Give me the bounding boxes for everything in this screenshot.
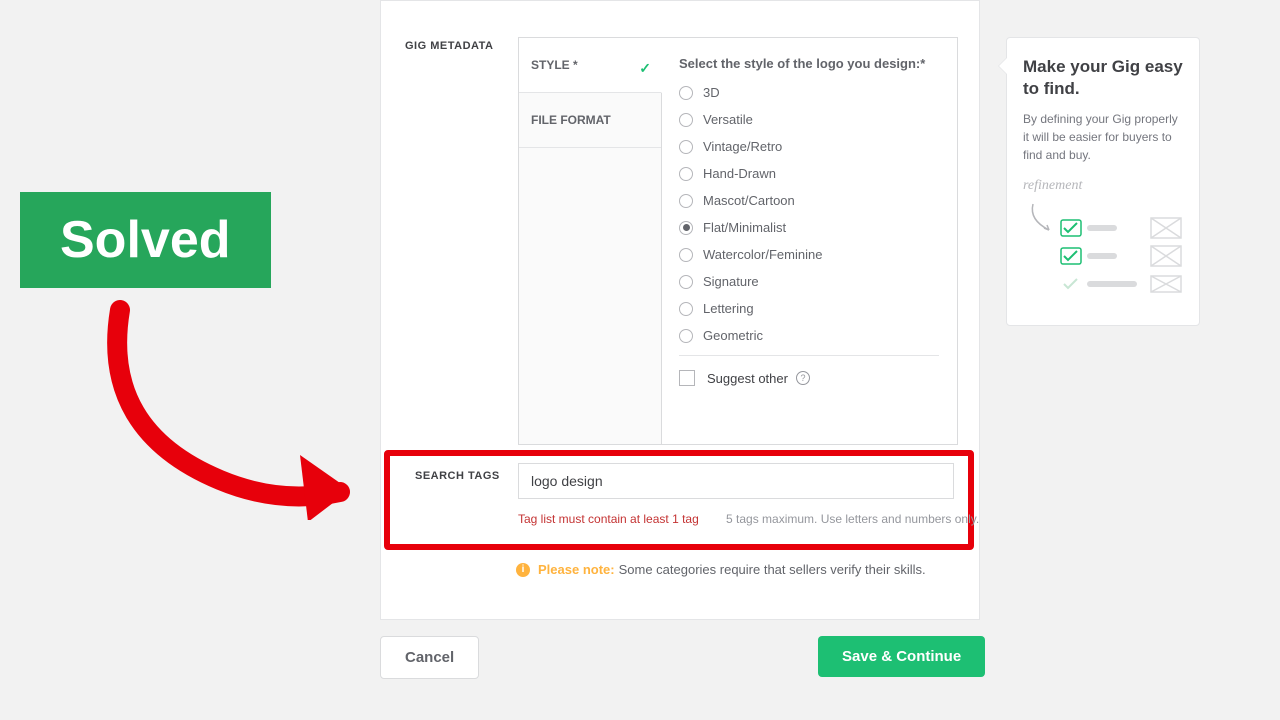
radio-icon[interactable] — [679, 167, 693, 181]
note-bold: Please note: — [538, 562, 615, 577]
style-label: Watercolor/Feminine — [703, 247, 822, 262]
check-icon: ✓ — [639, 60, 651, 77]
style-label: Mascot/Cartoon — [703, 193, 795, 208]
tab-file-format[interactable]: FILE FORMAT — [519, 93, 661, 148]
tip-illustration — [1023, 200, 1183, 300]
divider — [679, 355, 939, 356]
style-label: Versatile — [703, 112, 753, 127]
style-radio-versatile[interactable]: Versatile — [679, 112, 939, 127]
radio-icon[interactable] — [679, 221, 693, 235]
tags-error-text: Tag list must contain at least 1 tag — [518, 512, 699, 526]
suggest-other-label: Suggest other — [707, 371, 788, 386]
cancel-button[interactable]: Cancel — [380, 636, 479, 679]
style-label: Flat/Minimalist — [703, 220, 786, 235]
radio-icon[interactable] — [679, 113, 693, 127]
metadata-box: STYLE * ✓ FILE FORMAT Select the style o… — [518, 37, 958, 445]
radio-icon[interactable] — [679, 140, 693, 154]
radio-icon[interactable] — [679, 194, 693, 208]
search-tags-input[interactable] — [518, 463, 954, 499]
metadata-sidebar: STYLE * ✓ FILE FORMAT — [519, 38, 662, 444]
style-radio-vintage-retro[interactable]: Vintage/Retro — [679, 139, 939, 154]
note-text: Some categories require that sellers ver… — [619, 562, 926, 577]
style-radio-watercolor-feminine[interactable]: Watercolor/Feminine — [679, 247, 939, 262]
radio-icon[interactable] — [679, 302, 693, 316]
tab-style-label: STYLE * — [531, 58, 578, 72]
style-label: Hand-Drawn — [703, 166, 776, 181]
gig-metadata-label: GIG METADATA — [405, 40, 494, 52]
tip-handwriting: refinement — [1023, 178, 1183, 194]
style-radio-3d[interactable]: 3D — [679, 85, 939, 100]
style-heading: Select the style of the logo you design:… — [679, 56, 939, 71]
tip-card: Make your Gig easy to find. By defining … — [1006, 37, 1200, 326]
help-icon[interactable]: ? — [796, 371, 810, 385]
tip-text: By defining your Gig properly it will be… — [1023, 110, 1183, 164]
style-label: Vintage/Retro — [703, 139, 782, 154]
style-radio-geometric[interactable]: Geometric — [679, 328, 939, 343]
radio-icon[interactable] — [679, 248, 693, 262]
radio-icon[interactable] — [679, 329, 693, 343]
style-label: 3D — [703, 85, 720, 100]
suggest-other-row[interactable]: Suggest other ? — [679, 370, 939, 386]
style-label: Lettering — [703, 301, 754, 316]
tip-arrow-icon — [999, 58, 1007, 74]
style-radio-mascot-cartoon[interactable]: Mascot/Cartoon — [679, 193, 939, 208]
checkbox-icon[interactable] — [679, 370, 695, 386]
save-continue-button[interactable]: Save & Continue — [818, 636, 985, 677]
style-label: Signature — [703, 274, 759, 289]
radio-icon[interactable] — [679, 275, 693, 289]
style-radio-flat-minimalist[interactable]: Flat/Minimalist — [679, 220, 939, 235]
tags-hint-text: 5 tags maximum. Use letters and numbers … — [726, 512, 979, 526]
solved-overlay-badge: Solved — [20, 192, 271, 288]
style-radio-signature[interactable]: Signature — [679, 274, 939, 289]
red-arrow-overlay — [80, 300, 380, 520]
radio-icon[interactable] — [679, 86, 693, 100]
please-note-row: i Please note: Some categories require t… — [516, 562, 926, 577]
style-label: Geometric — [703, 328, 763, 343]
tab-style[interactable]: STYLE * ✓ — [519, 38, 662, 93]
style-radio-lettering[interactable]: Lettering — [679, 301, 939, 316]
tab-file-format-label: FILE FORMAT — [531, 113, 611, 127]
search-tags-label: SEARCH TAGS — [415, 470, 500, 482]
tip-title: Make your Gig easy to find. — [1023, 56, 1183, 100]
info-icon: i — [516, 563, 530, 577]
style-radio-hand-drawn[interactable]: Hand-Drawn — [679, 166, 939, 181]
